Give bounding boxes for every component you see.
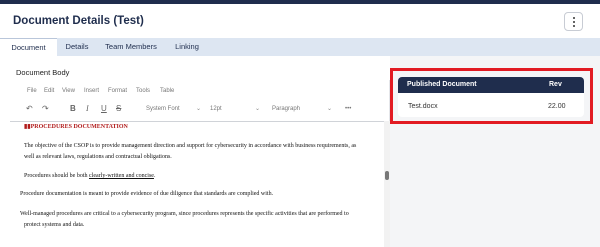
editor-toolbar: ↶ ↷ B I U S System Font ⌄ 12pt ⌄ Paragraph… (10, 102, 390, 118)
more-tools-icon[interactable]: ••• (345, 103, 351, 115)
font-family-select[interactable]: System Font ⌄ (146, 103, 201, 115)
chevron-down-icon: ⌄ (195, 106, 201, 112)
kebab-icon (573, 17, 575, 19)
menu-table[interactable]: Table (160, 88, 174, 94)
paragraph: protect systems and data. (24, 222, 85, 228)
published-document-column: Published Document (407, 81, 477, 88)
font-size-select[interactable]: 12pt ⌄ (210, 103, 260, 115)
tab-linking[interactable]: Linking (165, 38, 209, 56)
menu-insert[interactable]: Insert (84, 88, 99, 94)
content-heading: ▮▮PROCEDURES DOCUMENTATION (24, 124, 128, 130)
paragraph: Procedure documentation is meant to prov… (20, 191, 274, 197)
redo-icon[interactable]: ↷ (42, 103, 49, 115)
tab-team-members[interactable]: Team Members (97, 38, 165, 56)
chevron-down-icon: ⌄ (254, 106, 260, 112)
paragraph: Procedures should be both clearly-writte… (24, 173, 156, 179)
published-document-header: Published Document Rev (398, 77, 584, 93)
header: Document Details (Test) (0, 4, 600, 38)
published-file-name[interactable]: Test.docx (408, 103, 438, 110)
paragraph: The objective of the CSOP is to provide … (24, 143, 357, 149)
published-rev-value: 22.00 (548, 103, 566, 110)
tab-document[interactable]: Document (0, 38, 57, 56)
editor-content[interactable]: ▮▮PROCEDURES DOCUMENTATION The objective… (10, 121, 390, 247)
bold-icon[interactable]: B (70, 103, 76, 115)
bookmark-icon: ▮▮ (24, 124, 31, 130)
strikethrough-icon[interactable]: S (116, 103, 121, 115)
published-document-card: Published Document Rev Test.docx 22.00 (398, 77, 584, 117)
menu-edit[interactable]: Edit (44, 88, 54, 94)
paragraph: well as relevant laws, regulations and c… (24, 154, 172, 160)
menu-file[interactable]: File (27, 88, 37, 94)
chevron-down-icon: ⌄ (326, 106, 332, 112)
rich-text-editor: File Edit View Insert Format Tools Table… (10, 80, 390, 247)
underline-icon[interactable]: U (101, 103, 107, 115)
undo-icon[interactable]: ↶ (26, 103, 33, 115)
more-options-button[interactable] (564, 12, 583, 31)
rev-column: Rev (549, 81, 562, 88)
tab-details[interactable]: Details (57, 38, 97, 56)
menu-format[interactable]: Format (108, 88, 127, 94)
menu-view[interactable]: View (62, 88, 75, 94)
paragraph: Well-managed procedures are critical to … (20, 211, 349, 217)
document-body-label: Document Body (16, 68, 70, 77)
menu-tools[interactable]: Tools (136, 88, 150, 94)
editor-scrollbar-thumb[interactable] (385, 171, 389, 180)
page-title: Document Details (Test) (13, 15, 144, 27)
block-format-select[interactable]: Paragraph ⌄ (272, 103, 332, 115)
italic-icon[interactable]: I (86, 103, 89, 115)
tab-bar: Document Details Team Members Linking (0, 38, 600, 56)
